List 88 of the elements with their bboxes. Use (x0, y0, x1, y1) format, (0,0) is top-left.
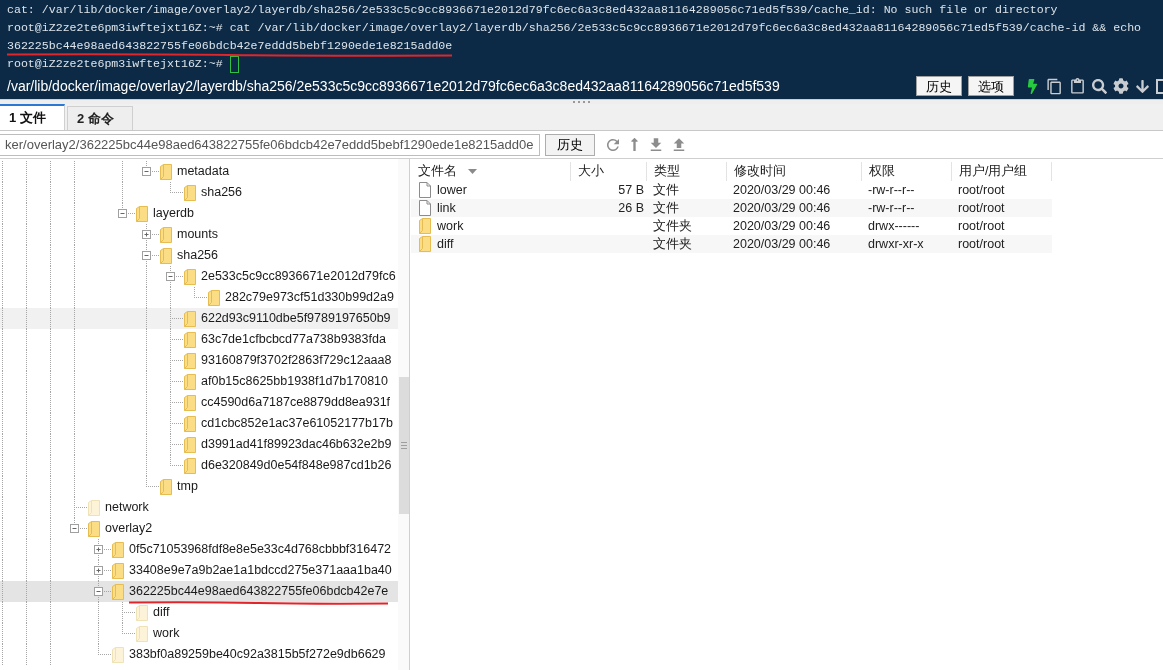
collapse-icon[interactable] (142, 167, 151, 176)
owner: root/root (958, 235, 1005, 253)
tree-item[interactable]: metadata (0, 161, 398, 182)
tree-item[interactable]: 63c7de1cfbcbcd77a738b9383fda (0, 329, 398, 350)
terminal-line: root@iZ2ze2te6pm3iwftejxt16Z:~# (7, 56, 223, 72)
file-row[interactable]: link 26 B 文件 2020/03/29 00:46 -rw-r--r-- root/root (411, 199, 1052, 217)
column-header[interactable]: 修改时间 (727, 162, 862, 181)
file-type: 文件夹 (653, 217, 692, 235)
file-size: 26 B (618, 199, 644, 217)
owner: root/root (958, 199, 1005, 217)
file-name: work (437, 217, 464, 235)
copy-icon[interactable] (1046, 77, 1063, 95)
current-path: /var/lib/docker/image/overlay2/layerdb/sha256/2e533c5c9cc8936671e2012d79fc6ec6a3c8ed432aa81164289056c71ed5f539 (7, 76, 781, 96)
modified-time: 2020/03/29 00:46 (733, 217, 831, 235)
tree-item[interactable]: 362225bc44e98aed643822755fe06bdcb42e7e (0, 581, 398, 602)
column-header[interactable]: 权限 (862, 162, 952, 181)
folder-icon (419, 236, 431, 252)
collapse-icon[interactable] (94, 587, 103, 596)
file-row[interactable]: work 文件夹 2020/03/29 00:46 drwx------ root/root (411, 217, 1052, 235)
grip-icon (400, 442, 407, 449)
tree-item[interactable]: 383bf0a89259be40c92a3815b5f272e9db6629 (0, 644, 398, 665)
terminal-line: 362225bc44e98aed643822755fe06bdcb42e7eddd5bebf1290ede1e8215add0e (7, 37, 453, 55)
file-name: diff (437, 235, 454, 253)
permissions: -rw-r--r-- (868, 181, 915, 199)
settings-icon[interactable] (1113, 78, 1129, 94)
collapse-icon[interactable] (118, 209, 127, 218)
file-row[interactable]: lower 57 B 文件 2020/03/29 00:46 -rw-r--r-- root/root (411, 181, 1052, 199)
toolbar-button[interactable]: 选项 (968, 76, 1014, 96)
column-header[interactable]: 用户/用户组 (952, 162, 1052, 181)
file-name: lower (437, 181, 467, 199)
column-header[interactable]: 文件名 (411, 162, 571, 181)
toolbar-button[interactable]: 历史 (916, 76, 962, 96)
collapse-icon[interactable] (70, 524, 79, 533)
expand-icon[interactable] (142, 230, 151, 239)
file-type: 文件 (653, 199, 679, 217)
tree-item[interactable]: work (0, 623, 398, 644)
file-type: 文件 (653, 181, 679, 199)
collapse-icon[interactable] (142, 251, 151, 260)
lightning-icon[interactable] (1025, 78, 1040, 94)
file-icon (419, 182, 431, 198)
paste-icon[interactable] (1069, 77, 1086, 95)
tree-item[interactable]: mounts (0, 224, 398, 245)
folder-icon (419, 218, 431, 234)
tree-item[interactable]: 282c79e973cf51d330b99d2a9 (0, 287, 398, 308)
search-icon[interactable] (1092, 78, 1107, 94)
file-size: 57 B (618, 181, 644, 199)
file-type: 文件夹 (653, 235, 692, 253)
tree-item[interactable]: sha256 (0, 182, 398, 203)
tree-item[interactable]: 33408e9e7a9b2ae1a1bdccd275e371aaa1ba40 (0, 560, 398, 581)
column-header[interactable]: 大小 (571, 162, 647, 181)
arrow-down-icon[interactable] (1135, 78, 1150, 94)
permissions: -rw-r--r-- (868, 199, 915, 217)
tree-item[interactable]: 93160879f3702f2863f729c12aaa8 (0, 350, 398, 371)
tree-item[interactable]: diff (0, 602, 398, 623)
tree-item[interactable]: cc4590d6a7187ce8879dd8ea931f (0, 392, 398, 413)
permissions: drwx------ (868, 217, 920, 235)
tree-item[interactable]: d6e320849d0e54f848e987cd1b26 (0, 455, 398, 476)
collapse-icon[interactable] (166, 272, 175, 281)
expand-icon[interactable] (94, 545, 103, 554)
modified-time: 2020/03/29 00:46 (733, 235, 831, 253)
tree-item[interactable]: af0b15c8625bb1938f1d7b170810 (0, 371, 398, 392)
tree-item[interactable]: layerdb (0, 203, 398, 224)
tab[interactable]: 1 文件 (0, 104, 65, 130)
modified-time: 2020/03/29 00:46 (733, 199, 831, 217)
scrollbar-thumb[interactable] (398, 377, 409, 514)
permissions: drwxr-xr-x (868, 235, 924, 253)
tree-item[interactable]: cd1cbc852e1ac37e61052177b17b (0, 413, 398, 434)
tree-item[interactable]: 622d93c9110dbe5f9789197650b9 (0, 308, 398, 329)
file-row[interactable]: diff 文件夹 2020/03/29 00:46 drwxr-xr-x root/root (411, 235, 1052, 253)
file-name: link (437, 199, 456, 217)
path-field[interactable]: ker/overlay2/362225bc44e98aed643822755fe06bdcb42e7eddd5bebf1290ede1e8215add0e (0, 133, 540, 156)
owner: root/root (958, 181, 1005, 199)
file-icon (419, 200, 431, 216)
owner: root/root (958, 217, 1005, 235)
tree-item[interactable]: 2e533c5c9cc8936671e2012d79fc6 (0, 266, 398, 287)
modified-time: 2020/03/29 00:46 (733, 181, 831, 199)
tree-item[interactable]: overlay2 (0, 518, 398, 539)
tree-item[interactable]: tmp (0, 476, 398, 497)
history-button[interactable]: 历史 (545, 133, 595, 156)
tree-item[interactable]: d3991ad41f89923dac46b632e2b9 (0, 434, 398, 455)
terminal-line: cat: /var/lib/docker/image/overlay2/layerdb/sha256/2e533c5c9cc8936671e2012d79fc6ec6a3c8ed432aa81164289056c71ed5f539/cache_id: No such file or directory (7, 2, 1058, 18)
expand-icon[interactable] (94, 566, 103, 575)
tree-item[interactable]: sha256 (0, 245, 398, 266)
terminal-line: root@iZ2ze2te6pm3iwftejxt16Z:~# cat /var/lib/docker/image/overlay2/layerdb/sha256/2e533c5c9cc8936671e2012d79fc6ec6a3c8ed432aa81164289056c71ed5f539/cache-id && echo (7, 20, 1142, 36)
tree-item[interactable]: network (0, 497, 398, 518)
tree-item[interactable]: 0f5c71053968fdf8e8e5e33c4d768cbbbf316472 (0, 539, 398, 560)
tab[interactable]: 2 命令 (67, 106, 133, 130)
column-header[interactable]: 类型 (647, 162, 727, 181)
